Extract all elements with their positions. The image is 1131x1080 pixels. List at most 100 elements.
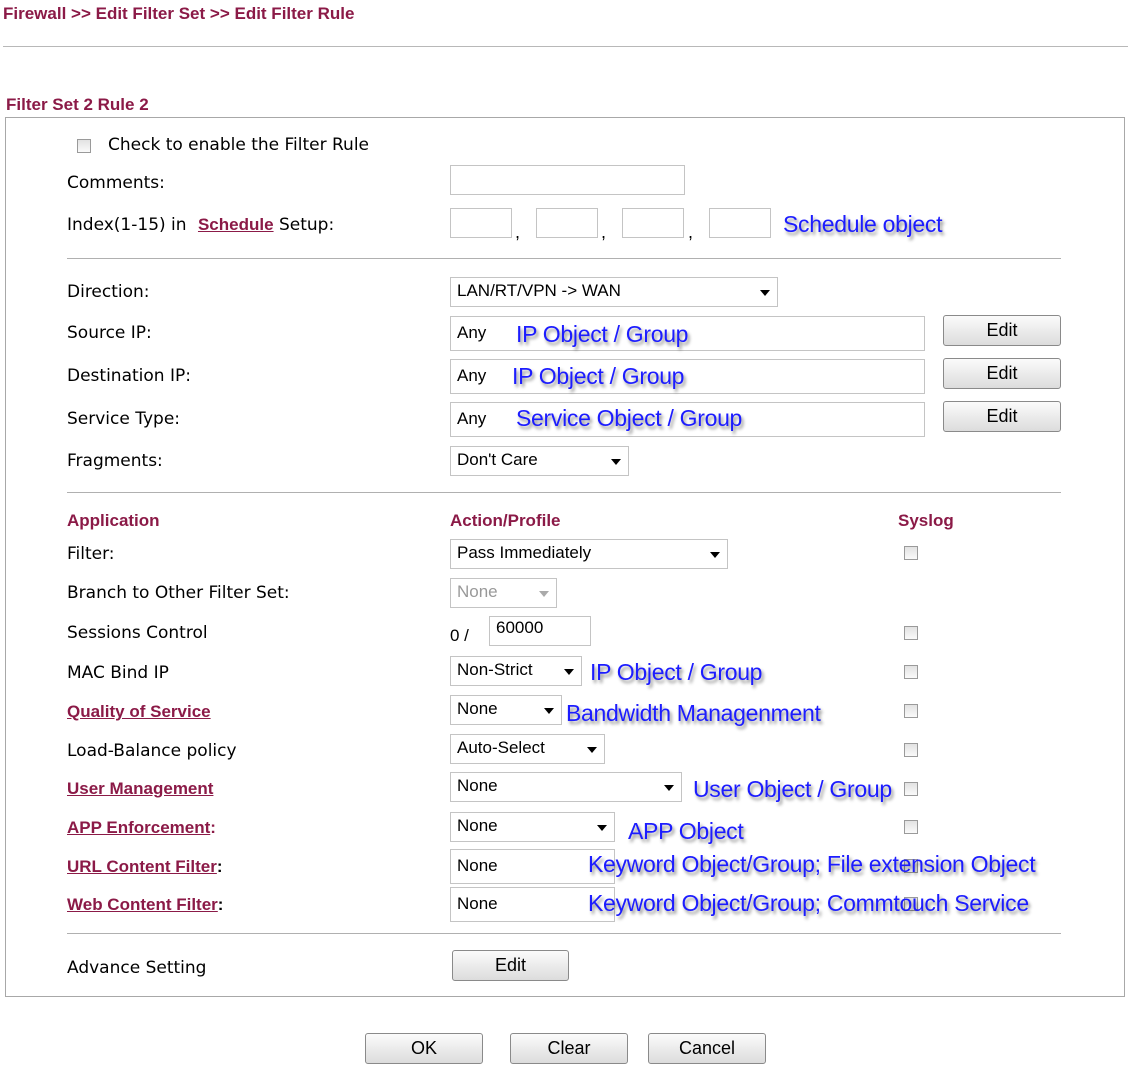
schedule-index-4[interactable]	[709, 208, 771, 238]
load-balance-syslog-checkbox[interactable]	[904, 743, 918, 757]
advance-setting-label: Advance Setting	[67, 958, 207, 978]
schedule-label: Index(1-15) in Schedule Setup:	[67, 215, 334, 235]
schedule-index-2[interactable]	[536, 208, 598, 238]
sessions-syslog-checkbox[interactable]	[904, 626, 918, 640]
chevron-down-icon	[544, 708, 554, 714]
chevron-down-icon	[710, 552, 720, 558]
header-divider	[3, 46, 1128, 47]
mac-bind-value: Non-Strict	[457, 660, 533, 679]
schedule-suffix: Setup:	[278, 215, 335, 235]
destination-ip-note: IP Object / Group	[512, 363, 685, 389]
chevron-down-icon	[611, 459, 621, 465]
fragments-select[interactable]: Don't Care	[450, 446, 629, 476]
filter-label: Filter:	[67, 544, 115, 564]
mac-bind-select[interactable]: Non-Strict	[450, 656, 582, 686]
load-balance-value: Auto-Select	[457, 738, 545, 757]
url-filter-note: Keyword Object/Group; File extension Obj…	[588, 851, 1036, 877]
breadcrumb: Firewall >> Edit Filter Set >> Edit Filt…	[3, 4, 355, 23]
action-profile-header: Action/Profile	[450, 511, 561, 530]
user-management-note: User Object / Group	[693, 776, 892, 802]
direction-label: Direction:	[67, 282, 150, 302]
cancel-button[interactable]: Cancel	[648, 1033, 766, 1064]
user-management-select[interactable]: None	[450, 772, 682, 802]
destination-ip-label: Destination IP:	[67, 366, 191, 386]
service-type-note: Service Object / Group	[516, 405, 743, 431]
comments-input[interactable]	[450, 165, 685, 195]
service-type-label: Service Type:	[67, 409, 181, 429]
branch-label: Branch to Other Filter Set:	[67, 583, 290, 603]
fragments-label: Fragments:	[67, 451, 163, 471]
branch-value: None	[457, 582, 498, 601]
mac-bind-note: IP Object / Group	[590, 659, 763, 685]
qos-link[interactable]: Quality of Service	[67, 702, 211, 722]
application-header: Application	[67, 511, 160, 530]
service-type-value: Any	[457, 409, 487, 428]
web-filter-value: None	[457, 894, 498, 913]
mac-bind-label: MAC Bind IP	[67, 663, 169, 683]
qos-syslog-checkbox[interactable]	[904, 704, 918, 718]
ok-button[interactable]: OK	[365, 1033, 483, 1064]
source-ip-value: Any	[457, 323, 487, 342]
qos-select[interactable]: None	[450, 695, 562, 725]
mac-bind-syslog-checkbox[interactable]	[904, 665, 918, 679]
url-filter-value: None	[457, 856, 498, 875]
enable-rule-label: Check to enable the Filter Rule	[108, 135, 370, 155]
enable-rule-checkbox[interactable]	[77, 139, 91, 153]
app-enforcement-value: None	[457, 816, 498, 835]
schedule-object-note: Schedule object	[783, 211, 943, 237]
syslog-header: Syslog	[898, 511, 954, 530]
app-enforcement-row: APP Enforcement:	[67, 818, 216, 838]
service-type-edit-button[interactable]: Edit	[943, 401, 1061, 432]
comma: ,	[688, 222, 694, 242]
fragments-value: Don't Care	[457, 450, 538, 469]
filter-syslog-checkbox[interactable]	[904, 546, 918, 560]
app-enforcement-select[interactable]: None	[450, 812, 615, 842]
load-balance-select[interactable]: Auto-Select	[450, 734, 605, 764]
branch-select: None	[450, 578, 557, 608]
chevron-down-icon	[587, 747, 597, 753]
comma: ,	[601, 222, 607, 242]
schedule-prefix: Index(1-15) in	[67, 215, 187, 235]
sessions-limit-value: 60000	[496, 618, 544, 637]
app-enforcement-link[interactable]: APP Enforcement	[67, 818, 210, 837]
destination-ip-value: Any	[457, 366, 487, 385]
chevron-down-icon	[664, 785, 674, 791]
sessions-current: 0 /	[450, 626, 469, 645]
url-filter-link[interactable]: URL Content Filter	[67, 857, 217, 876]
section-divider	[67, 258, 1061, 259]
qos-note: Bandwidth Managenment	[566, 700, 821, 726]
source-ip-edit-button[interactable]: Edit	[943, 315, 1061, 346]
web-filter-row: Web Content Filter:	[67, 895, 223, 915]
app-enforcement-colon: :	[210, 818, 216, 837]
direction-value: LAN/RT/VPN -> WAN	[457, 281, 621, 300]
sessions-limit-input[interactable]: 60000	[489, 616, 591, 646]
web-filter-colon: :	[217, 895, 224, 914]
schedule-link[interactable]: Schedule	[198, 215, 274, 234]
clear-button[interactable]: Clear	[510, 1033, 628, 1064]
filter-value: Pass Immediately	[457, 543, 592, 562]
user-management-syslog-checkbox[interactable]	[904, 782, 918, 796]
app-enforcement-note: APP Object	[628, 818, 744, 844]
app-enforcement-syslog-checkbox[interactable]	[904, 820, 918, 834]
advance-setting-edit-button[interactable]: Edit	[452, 950, 569, 981]
load-balance-label: Load-Balance policy	[67, 741, 237, 761]
page-title: Filter Set 2 Rule 2	[6, 95, 149, 114]
url-filter-row: URL Content Filter:	[67, 857, 223, 877]
sessions-label: Sessions Control	[67, 623, 208, 643]
chevron-down-icon	[760, 290, 770, 296]
chevron-down-icon	[597, 825, 607, 831]
section-divider	[67, 492, 1061, 493]
direction-select[interactable]: LAN/RT/VPN -> WAN	[450, 277, 778, 307]
source-ip-note: IP Object / Group	[516, 321, 689, 347]
schedule-index-1[interactable]	[450, 208, 512, 238]
qos-value: None	[457, 699, 498, 718]
chevron-down-icon	[564, 669, 574, 675]
user-management-link[interactable]: User Management	[67, 779, 213, 799]
comments-label: Comments:	[67, 173, 165, 193]
schedule-index-3[interactable]	[622, 208, 684, 238]
filter-select[interactable]: Pass Immediately	[450, 539, 728, 569]
source-ip-label: Source IP:	[67, 323, 152, 343]
web-filter-link[interactable]: Web Content Filter	[67, 895, 218, 914]
section-divider	[67, 933, 1061, 934]
destination-ip-edit-button[interactable]: Edit	[943, 358, 1061, 389]
